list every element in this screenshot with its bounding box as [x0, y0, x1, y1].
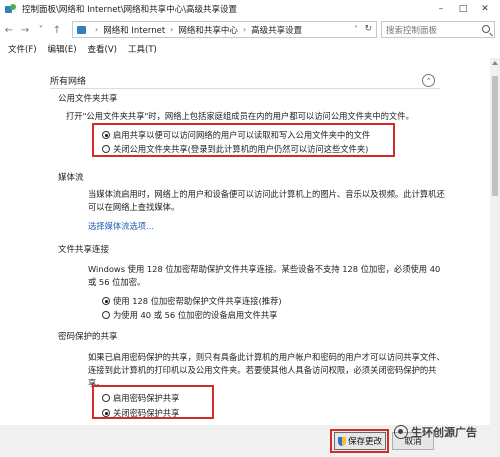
watermark-logo-icon: [394, 425, 408, 439]
title-bar: 控制面板\网络和 Internet\网络和共享中心\高级共享设置 – □ ✕: [0, 0, 500, 18]
menu-edit[interactable]: 编辑(E): [48, 43, 77, 55]
section-all-networks: 所有网络: [50, 77, 87, 87]
menu-bar: 文件(F) 编辑(E) 查看(V) 工具(T): [0, 42, 500, 56]
option-label: 为使用 40 或 56 位加密的设备启用文件共享: [113, 310, 278, 320]
media-desc: 当媒体流启用时，网络上的用户和设备便可以访问此计算机上的图片、音乐以及视频。此计…: [88, 189, 445, 212]
close-icon[interactable]: ✕: [474, 2, 496, 16]
search-input[interactable]: 搜索控制面板: [381, 21, 495, 38]
back-icon[interactable]: ←: [2, 23, 16, 37]
forward-icon[interactable]: →: [18, 23, 32, 37]
radio-button[interactable]: [102, 311, 110, 319]
breadcrumb-item[interactable]: 网络和 Internet: [103, 24, 165, 36]
file-sharing-desc: Windows 使用 128 位加密帮助保护文件共享连接。某些设备不支持 128…: [88, 264, 441, 287]
highlight-box: [92, 123, 395, 157]
maximize-icon[interactable]: □: [452, 2, 474, 16]
search-placeholder: 搜索控制面板: [386, 25, 438, 36]
minimize-icon[interactable]: –: [430, 2, 452, 16]
chevron-right-icon[interactable]: ›: [170, 25, 173, 34]
menu-file[interactable]: 文件(F): [8, 43, 37, 55]
radio-button[interactable]: [102, 297, 110, 305]
settings-content: 所有网络 ⌃ 公用文件夹共享 打开"公用文件夹共享"时，网络上包括家庭组成员在内…: [0, 58, 490, 457]
encrypt-40-option[interactable]: 为使用 40 或 56 位加密的设备启用文件共享: [102, 309, 277, 321]
menu-tools[interactable]: 工具(T): [128, 43, 157, 55]
highlight-box: [92, 385, 214, 419]
file-sharing-title: 文件共享连接: [58, 245, 110, 255]
chevron-right-icon[interactable]: ›: [95, 25, 98, 34]
menu-view[interactable]: 查看(V): [88, 43, 117, 55]
encrypt-128-option[interactable]: 使用 128 位加密帮助保护文件共享连接(推荐): [102, 295, 282, 307]
public-folder-title: 公用文件夹共享: [58, 94, 118, 104]
media-options-link[interactable]: 选择媒体流选项...: [88, 220, 154, 232]
address-bar: ← → ˅ ↑ › 网络和 Internet › 网络和共享中心 › 高级共享设…: [0, 20, 500, 40]
refresh-icon[interactable]: ↻: [364, 22, 372, 37]
option-label: 使用 128 位加密帮助保护文件共享连接(推荐): [113, 296, 282, 306]
watermark-text: 生环创源广告: [411, 426, 477, 439]
search-icon[interactable]: [482, 25, 490, 33]
recent-chevron-icon[interactable]: ˅: [34, 23, 48, 37]
watermark: 生环创源广告: [394, 424, 477, 440]
up-icon[interactable]: ↑: [50, 23, 64, 37]
control-panel-icon: [5, 4, 17, 14]
collapse-icon[interactable]: ⌃: [422, 74, 435, 87]
vertical-scrollbar[interactable]: [490, 58, 500, 457]
media-title: 媒体流: [58, 173, 84, 183]
scroll-thumb[interactable]: [492, 76, 498, 196]
public-folder-desc: 打开"公用文件夹共享"时，网络上包括家庭组成员在内的用户都可以访问公用文件夹中的…: [66, 111, 414, 121]
breadcrumb-item[interactable]: 高级共享设置: [251, 24, 302, 36]
chevron-down-icon[interactable]: ˅: [354, 22, 358, 37]
window-title: 控制面板\网络和 Internet\网络和共享中心\高级共享设置: [22, 5, 238, 15]
network-icon: [77, 25, 86, 34]
breadcrumb[interactable]: › 网络和 Internet › 网络和共享中心 › 高级共享设置 ˅ ↻: [72, 21, 377, 38]
password-title: 密码保护的共享: [58, 332, 118, 342]
divider: [50, 88, 440, 89]
breadcrumb-item[interactable]: 网络和共享中心: [178, 24, 238, 36]
chevron-right-icon[interactable]: ›: [243, 25, 246, 34]
scroll-up-icon[interactable]: [492, 61, 498, 65]
window-controls: – □ ✕: [430, 2, 496, 16]
highlight-box: [330, 429, 389, 453]
